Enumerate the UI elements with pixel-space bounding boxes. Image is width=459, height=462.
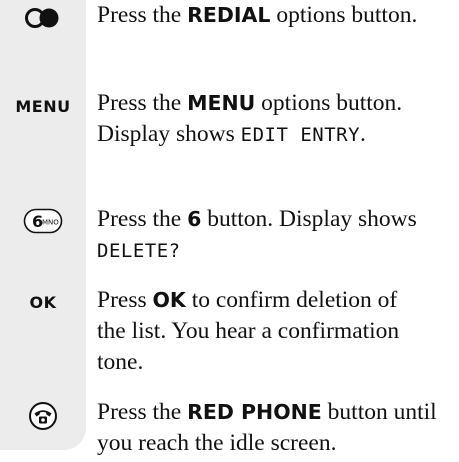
key-6-icon: 6 MNO	[0, 207, 86, 235]
svg-text:MNO: MNO	[42, 219, 59, 227]
menu-button-label: MENU	[15, 96, 71, 116]
step-text: Press the 6 button. Display shows DELETE…	[97, 206, 417, 262]
step-text: Press the RED PHONE button until you rea…	[97, 399, 437, 456]
display-text: DELETE?	[97, 240, 181, 262]
step-text: Press the MENU options button. Display s…	[97, 90, 403, 147]
display-text: EDIT ENTRY	[240, 124, 361, 146]
step-text: Press OK to confirm deletion of the list…	[97, 287, 400, 375]
step-text: Press the REDIAL options button.	[97, 2, 418, 28]
ok-button-label: OK	[29, 292, 57, 312]
red-phone-icon	[0, 400, 86, 432]
redial-icon	[0, 4, 86, 32]
